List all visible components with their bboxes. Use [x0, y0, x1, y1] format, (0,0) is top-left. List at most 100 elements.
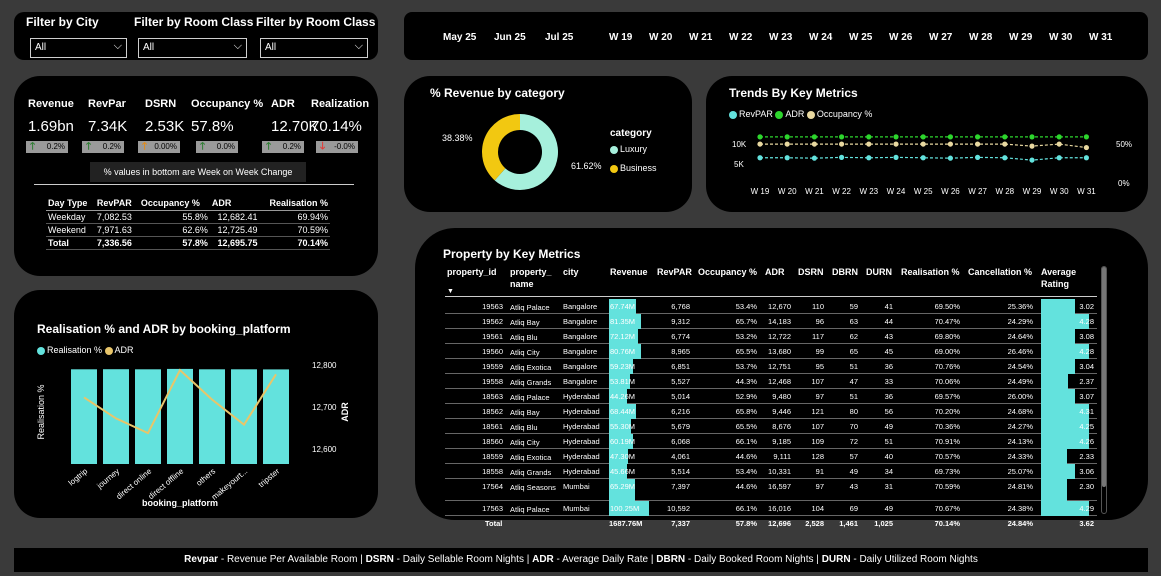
trend-point[interactable] [811, 155, 817, 161]
trend-point[interactable] [947, 141, 953, 147]
trend-point[interactable] [784, 134, 790, 140]
trend-point[interactable] [1056, 141, 1062, 147]
table-row[interactable]: 17563 Atliq Palace Mumbai 100.25M 10,592 66.1… [445, 501, 1097, 516]
trend-point[interactable] [811, 134, 817, 140]
column-header[interactable]: DBRN [832, 266, 858, 278]
table-row[interactable]: 18558 Atliq Grands Hyderabad 45.66M 5,514 53.… [445, 464, 1097, 479]
table-row[interactable]: 19558 Atliq Grands Bangalore 53.81M 5,527 44.… [445, 374, 1097, 389]
date-slicer-item[interactable]: W 23 [769, 32, 792, 43]
column-header[interactable]: Cancellation % [968, 266, 1032, 278]
column-header[interactable]: ADR [209, 196, 260, 211]
trend-point[interactable] [866, 141, 872, 147]
column-header[interactable]: city [563, 266, 579, 278]
date-slicer-item[interactable]: W 19 [609, 32, 632, 43]
date-slicer-item[interactable]: W 24 [809, 32, 832, 43]
trend-point[interactable] [1083, 134, 1089, 140]
trend-point[interactable] [1083, 155, 1089, 161]
trend-point[interactable] [866, 155, 872, 161]
column-header[interactable]: Occupancy % [138, 196, 210, 211]
filter-dropdown[interactable]: All ⌵ [138, 38, 247, 58]
table-row[interactable]: 19563 Atliq Palace Bangalore 67.74M 6,768 53.… [445, 299, 1097, 314]
legend-business[interactable]: Business [610, 163, 657, 173]
column-header[interactable]: ADR [765, 266, 785, 278]
date-slicer-item[interactable]: W 28 [969, 32, 992, 43]
trend-point[interactable] [839, 141, 845, 147]
date-slicer-item[interactable]: W 22 [729, 32, 752, 43]
table-row[interactable]: 18559 Atliq Exotica Hyderabad 47.30M 4,061 44… [445, 449, 1097, 464]
column-header[interactable]: Revenue [610, 266, 648, 278]
realisation-bar[interactable] [263, 369, 289, 464]
trend-point[interactable] [920, 155, 926, 161]
realisation-bar[interactable] [71, 369, 97, 464]
date-slicer-item[interactable]: W 31 [1089, 32, 1112, 43]
property-scrollbar[interactable] [1101, 266, 1107, 514]
trend-point[interactable] [975, 134, 981, 140]
legend-realisation[interactable]: Realisation % [37, 345, 102, 355]
legend-adr-line[interactable]: ADR [104, 345, 134, 355]
donut-slice-business[interactable] [482, 114, 520, 181]
trend-point[interactable] [1002, 155, 1008, 161]
legend-luxury[interactable]: Luxury [610, 144, 647, 154]
legend-revpar[interactable]: RevPAR [729, 109, 773, 119]
trend-point[interactable] [839, 134, 845, 140]
trend-point[interactable] [757, 155, 763, 161]
trend-point[interactable] [893, 141, 899, 147]
trend-point[interactable] [947, 134, 953, 140]
trend-point[interactable] [975, 141, 981, 147]
date-slicer-item[interactable]: May 25 [443, 32, 476, 43]
column-header[interactable]: property_id [447, 266, 497, 278]
trend-point[interactable] [811, 141, 817, 147]
trend-point[interactable] [920, 141, 926, 147]
realisation-bar[interactable] [199, 369, 225, 464]
trend-point[interactable] [920, 134, 926, 140]
trend-point[interactable] [757, 134, 763, 140]
filter-dropdown[interactable]: All ⌵ [260, 38, 368, 58]
trend-point[interactable] [1056, 155, 1062, 161]
trend-point[interactable] [757, 141, 763, 147]
column-header[interactable]: Realisation % [259, 196, 330, 211]
sort-indicator[interactable]: ▼ [447, 288, 454, 295]
column-header[interactable]: RevPAR [657, 266, 692, 278]
trend-point[interactable] [975, 154, 981, 160]
table-row[interactable]: 19561 Atliq Blu Bangalore 72.12M 6,774 53.2% 1… [445, 329, 1097, 344]
date-slicer-item[interactable]: W 21 [689, 32, 712, 43]
table-row[interactable]: 18560 Atliq City Hyderabad 60.19M 6,068 66.1%… [445, 434, 1097, 449]
trend-point[interactable] [1002, 134, 1008, 140]
date-slicer-item[interactable]: W 26 [889, 32, 912, 43]
realisation-bar[interactable] [167, 368, 193, 464]
date-slicer-item[interactable]: Jun 25 [494, 32, 526, 43]
table-row[interactable]: 19559 Atliq Exotica Bangalore 59.23M 6,851 53… [445, 359, 1097, 374]
column-header[interactable]: RevPAR [94, 196, 139, 211]
trend-point[interactable] [893, 154, 899, 160]
trend-point[interactable] [893, 134, 899, 140]
column-header[interactable]: Average Rating [1041, 266, 1076, 290]
date-slicer-item[interactable]: W 20 [649, 32, 672, 43]
date-slicer-item[interactable]: W 30 [1049, 32, 1072, 43]
trend-point[interactable] [947, 155, 953, 161]
table-row[interactable]: 17564 Atliq Seasons Mumbai 65.29M 7,397 44.6%… [445, 479, 1097, 501]
legend-adr[interactable]: ADR [775, 109, 804, 119]
column-header[interactable]: property_ name [510, 266, 552, 290]
trend-point[interactable] [1029, 143, 1035, 149]
table-row[interactable]: 18561 Atliq Blu Hyderabad 55.30M 5,679 65.5% 8… [445, 419, 1097, 434]
trend-point[interactable] [1029, 157, 1035, 163]
trend-point[interactable] [784, 155, 790, 161]
realisation-bar[interactable] [103, 369, 129, 464]
trend-point[interactable] [1002, 141, 1008, 147]
column-header[interactable]: Occupancy % [698, 266, 757, 278]
date-slicer-item[interactable]: W 25 [849, 32, 872, 43]
legend-occupancy[interactable]: Occupancy % [806, 109, 872, 119]
property-scrollbar-thumb[interactable] [1102, 267, 1106, 487]
trend-point[interactable] [839, 154, 845, 160]
column-header[interactable]: DURN [866, 266, 892, 278]
column-header[interactable]: Realisation % [901, 266, 960, 278]
table-row[interactable]: 19562 Atliq Bay Bangalore 81.35M 9,312 65.7% 1… [445, 314, 1097, 329]
table-row[interactable]: 18562 Atliq Bay Hyderabad 68.44M 6,216 65.8% 9… [445, 404, 1097, 419]
column-header[interactable]: DSRN [798, 266, 824, 278]
trend-point[interactable] [784, 141, 790, 147]
trend-point[interactable] [1083, 144, 1089, 151]
filter-dropdown[interactable]: All ⌵ [30, 38, 127, 58]
table-row[interactable]: 18563 Atliq Palace Hyderabad 44.26M 5,014 52.… [445, 389, 1097, 404]
trend-point[interactable] [866, 134, 872, 140]
trend-point[interactable] [1056, 134, 1062, 140]
